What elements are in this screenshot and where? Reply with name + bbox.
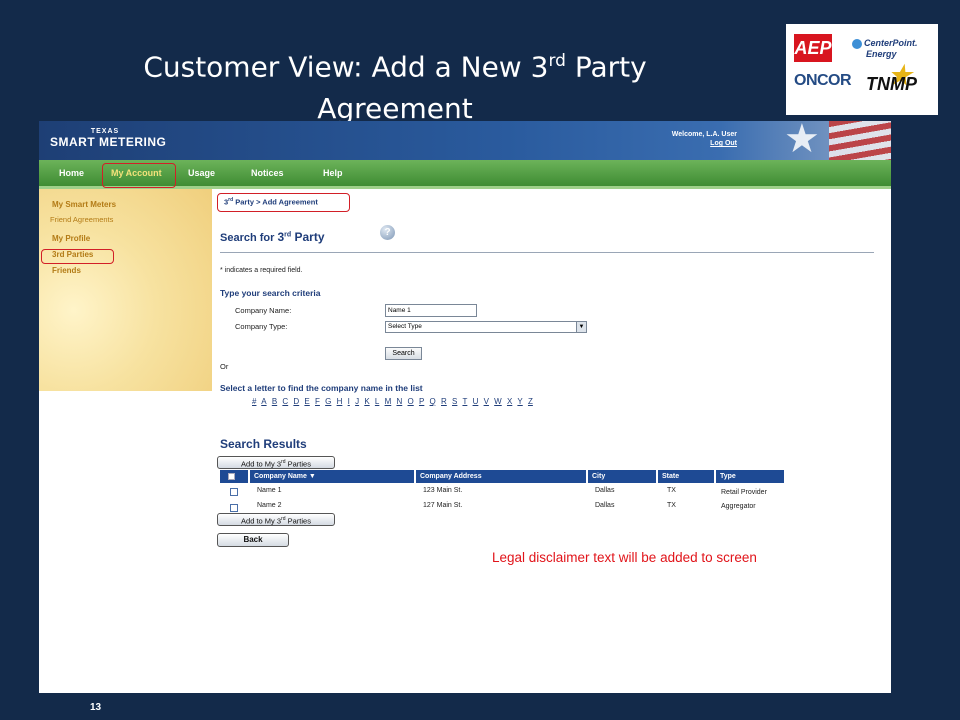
highlight-3rd-parties (41, 249, 114, 264)
table-cell-name: Name 1 (257, 487, 282, 494)
add-to-parties-button-top[interactable]: Add to My 3rd Parties (217, 456, 335, 469)
criteria-heading: Type your search criteria (220, 288, 321, 298)
required-note: * indicates a required field. (220, 267, 303, 274)
letter-link[interactable]: B (272, 397, 277, 406)
centerpoint-logo: CenterPoint. Energy (852, 38, 918, 59)
company-type-label: Company Type: (235, 322, 288, 331)
sidebar-item-my-smart-meters[interactable]: My Smart Meters (52, 200, 116, 209)
letter-link[interactable]: Z (528, 397, 533, 406)
letter-link[interactable]: J (355, 397, 359, 406)
aep-logo: AEP (794, 34, 832, 62)
table-header-company-name[interactable]: Company Name ▼ (250, 470, 414, 483)
letter-link[interactable]: S (452, 397, 457, 406)
search-button[interactable]: Search (385, 347, 422, 360)
nav-help[interactable]: Help (323, 160, 343, 186)
disclaimer-note: Legal disclaimer text will be added to s… (492, 550, 757, 565)
page-title: Search for 3rd Party (220, 230, 325, 244)
sidebar: My Smart Meters Friend Agreements My Pro… (39, 189, 212, 391)
row-checkbox[interactable] (230, 488, 238, 496)
letter-link[interactable]: N (396, 397, 402, 406)
table-cell-state: TX (667, 502, 676, 509)
sidebar-item-friend-agreements[interactable]: Friend Agreements (50, 215, 113, 224)
app-header: TEXAS SMART METERING Welcome, L.A. User … (39, 121, 891, 160)
chevron-down-icon: ▼ (576, 322, 586, 332)
table-header-city: City (588, 470, 656, 483)
letter-link[interactable]: V (484, 397, 489, 406)
table-cell-type: Retail Provider (721, 489, 767, 496)
letter-link[interactable]: F (315, 397, 320, 406)
table-cell-address: 127 Main St. (423, 502, 463, 509)
table-cell-city: Dallas (595, 487, 615, 494)
letter-link[interactable]: P (419, 397, 424, 406)
company-name-label: Company Name: (235, 306, 292, 315)
texas-star-icon: ★ (784, 121, 820, 161)
results-heading: Search Results (220, 437, 307, 451)
flag-decoration (829, 121, 891, 160)
letter-link[interactable]: G (325, 397, 331, 406)
highlight-my-account (102, 163, 176, 188)
title-divider (220, 252, 874, 253)
back-button[interactable]: Back (217, 533, 289, 547)
table-cell-type: Aggregator (721, 503, 756, 510)
letter-link[interactable]: A (261, 397, 266, 406)
letters-heading: Select a letter to find the company name… (220, 383, 423, 393)
letter-link[interactable]: W (494, 397, 502, 406)
letter-link[interactable]: U (473, 397, 479, 406)
letter-link[interactable]: Q (430, 397, 436, 406)
company-name-input[interactable] (385, 304, 477, 317)
letter-link[interactable]: X (507, 397, 512, 406)
page-number: 13 (90, 702, 102, 713)
nav-usage[interactable]: Usage (188, 160, 215, 186)
table-cell-city: Dallas (595, 502, 615, 509)
table-cell-state: TX (667, 487, 676, 494)
letter-link[interactable]: M (385, 397, 392, 406)
nav-home[interactable]: Home (59, 160, 84, 186)
nav-notices[interactable]: Notices (251, 160, 284, 186)
utility-logos: AEP CenterPoint. Energy ONCOR ★ TNMP (786, 24, 938, 115)
letter-link[interactable]: Y (517, 397, 522, 406)
row-checkbox[interactable] (230, 504, 238, 512)
welcome-message: Welcome, L.A. User Log Out (669, 130, 737, 148)
letter-index: # A B C D E F G H I J K L M N O P Q R S … (252, 397, 536, 406)
tnmp-logo: ★ TNMP (866, 60, 917, 94)
help-icon[interactable]: ? (380, 225, 395, 240)
letter-link[interactable]: I (348, 397, 350, 406)
letter-link[interactable]: C (282, 397, 288, 406)
table-header-company-address: Company Address (416, 470, 586, 483)
letter-link[interactable]: T (462, 397, 467, 406)
brand-logo[interactable]: TEXAS SMART METERING (50, 128, 166, 149)
letter-link[interactable]: L (375, 397, 379, 406)
centerpoint-dot-icon (852, 38, 862, 49)
sidebar-item-my-profile[interactable]: My Profile (52, 234, 90, 243)
logout-link[interactable]: Log Out (669, 139, 737, 148)
company-type-select[interactable]: Select Type ▼ (385, 321, 587, 333)
oncor-logo: ONCOR (794, 72, 852, 89)
letter-link[interactable]: R (441, 397, 447, 406)
or-text: Or (220, 362, 229, 371)
sidebar-item-friends[interactable]: Friends (52, 266, 81, 275)
select-all-checkbox[interactable] (228, 473, 235, 480)
letter-link[interactable]: O (408, 397, 414, 406)
table-cell-name: Name 2 (257, 502, 282, 509)
letter-link[interactable]: E (304, 397, 309, 406)
letter-link[interactable]: H (337, 397, 343, 406)
slide-title: Customer View: Add a New 3rd Party Agree… (143, 50, 647, 126)
add-to-parties-button-bottom[interactable]: Add to My 3rd Parties (217, 513, 335, 526)
app-screenshot: TEXAS SMART METERING Welcome, L.A. User … (39, 121, 891, 693)
letter-link[interactable]: K (364, 397, 369, 406)
table-header-type: Type (716, 470, 784, 483)
highlight-breadcrumb (217, 193, 350, 212)
table-cell-address: 123 Main St. (423, 487, 463, 494)
letter-link[interactable]: # (252, 397, 256, 406)
table-header-state: State (658, 470, 714, 483)
letter-link[interactable]: D (293, 397, 299, 406)
